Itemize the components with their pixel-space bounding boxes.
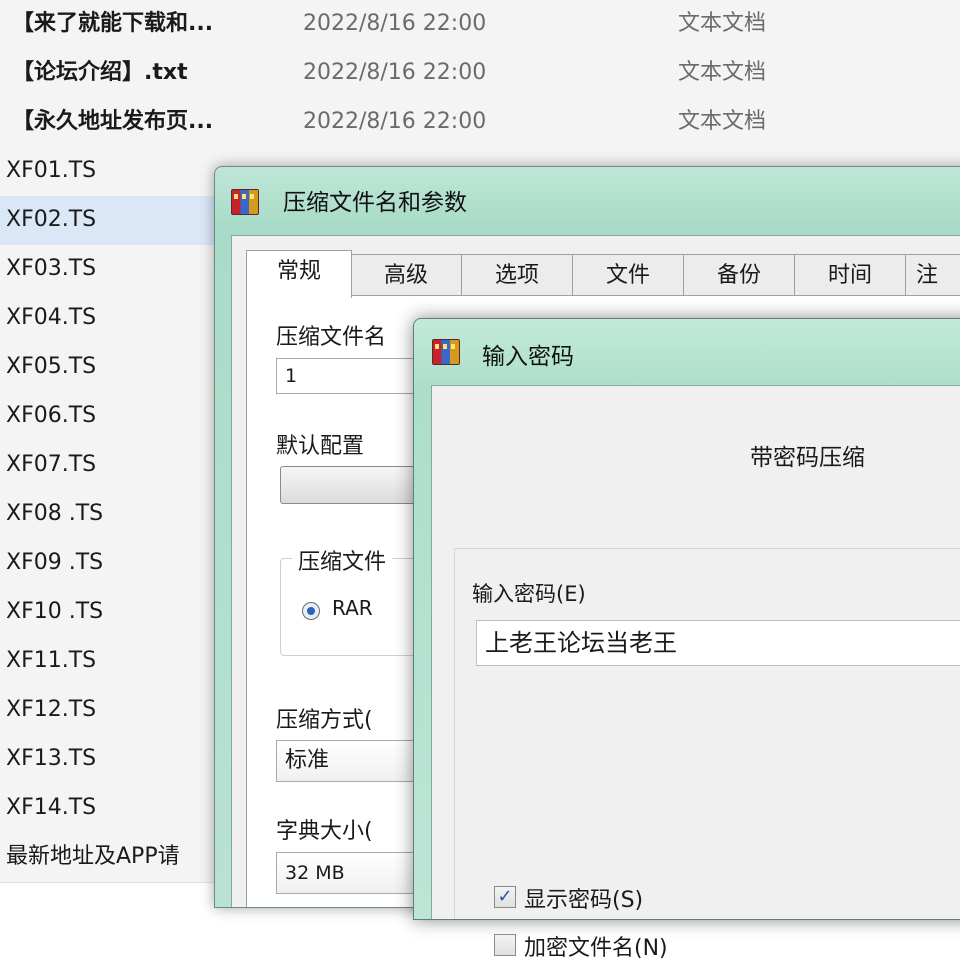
- file-name: XF09 .TS: [6, 550, 104, 575]
- file-name: XF01.TS: [6, 158, 97, 183]
- file-name: XF07.TS: [6, 452, 97, 477]
- tab-time[interactable]: 时间: [794, 254, 906, 297]
- password-dialog-body: 带密码压缩 输入密码(E) 上老王论坛当老王 ✓ 显示密码(S) 加密文件名(N…: [431, 385, 960, 961]
- password-heading: 带密码压缩: [750, 445, 865, 471]
- file-name: XF10 .TS: [6, 599, 104, 624]
- tab-options[interactable]: 选项: [461, 254, 573, 297]
- file-row[interactable]: 【论坛介绍】.txt 2022/8/16 22:00 文本文档: [0, 49, 960, 99]
- file-name: XF06.TS: [6, 403, 97, 428]
- file-name: 【永久地址发布页...: [12, 109, 214, 134]
- file-name: XF03.TS: [6, 256, 97, 281]
- archive-name-label: 压缩文件名: [276, 325, 387, 350]
- enter-password-dialog: 输入密码 带密码压缩 输入密码(E) 上老王论坛当老王 ✓ 显示密码(S) 加密…: [413, 318, 960, 961]
- compression-method-label: 压缩方式(: [276, 708, 373, 733]
- file-date: 2022/8/16 22:00: [303, 60, 487, 85]
- tab-backup[interactable]: 备份: [683, 254, 795, 297]
- file-name: XF11.TS: [6, 648, 97, 673]
- file-name: XF04.TS: [6, 305, 97, 330]
- file-type: 文本文档: [678, 109, 767, 134]
- file-name: XF12.TS: [6, 697, 97, 722]
- file-date: 2022/8/16 22:00: [303, 109, 487, 134]
- rar-radio[interactable]: [302, 602, 320, 620]
- tab-advanced[interactable]: 高级: [350, 254, 462, 297]
- file-row[interactable]: 【来了就能下载和... 2022/8/16 22:00 文本文档: [0, 0, 960, 50]
- password-input[interactable]: 上老王论坛当老王: [476, 620, 960, 666]
- file-name: 【论坛介绍】.txt: [12, 60, 188, 85]
- password-label: 输入密码(E): [472, 582, 586, 606]
- file-name: XF08 .TS: [6, 501, 104, 526]
- winrar-icon: [231, 189, 259, 215]
- file-name: 最新地址及APP请: [6, 844, 180, 869]
- tab-general[interactable]: 常规: [246, 250, 352, 298]
- file-name: XF05.TS: [6, 354, 97, 379]
- rar-radio-label: RAR: [332, 596, 373, 620]
- file-date: 2022/8/16 22:00: [303, 11, 487, 36]
- file-type: 文本文档: [678, 11, 767, 36]
- file-name: XF14.TS: [6, 795, 97, 820]
- winrar-icon: [432, 339, 460, 365]
- encrypt-filenames-checkbox[interactable]: [494, 934, 516, 956]
- archive-format-label: 压缩文件: [292, 544, 393, 576]
- show-password-checkbox[interactable]: ✓: [494, 886, 516, 908]
- show-password-label: 显示密码(S): [524, 888, 644, 913]
- file-type: 文本文档: [678, 60, 767, 85]
- file-name: 【来了就能下载和...: [12, 11, 214, 36]
- dictionary-size-label: 字典大小(: [276, 819, 373, 844]
- encrypt-filenames-label: 加密文件名(N): [524, 936, 668, 961]
- tab-files[interactable]: 文件: [572, 254, 684, 297]
- dialog-title: 压缩文件名和参数: [283, 190, 467, 216]
- default-profile-label: 默认配置: [276, 434, 365, 459]
- file-name: XF13.TS: [6, 746, 97, 771]
- tab-comment[interactable]: 注: [905, 254, 960, 297]
- file-name: XF02.TS: [6, 207, 97, 232]
- file-row[interactable]: 【永久地址发布页... 2022/8/16 22:00 文本文档: [0, 98, 960, 148]
- password-dialog-title: 输入密码: [482, 344, 574, 370]
- checkmark-icon: ✓: [497, 886, 513, 907]
